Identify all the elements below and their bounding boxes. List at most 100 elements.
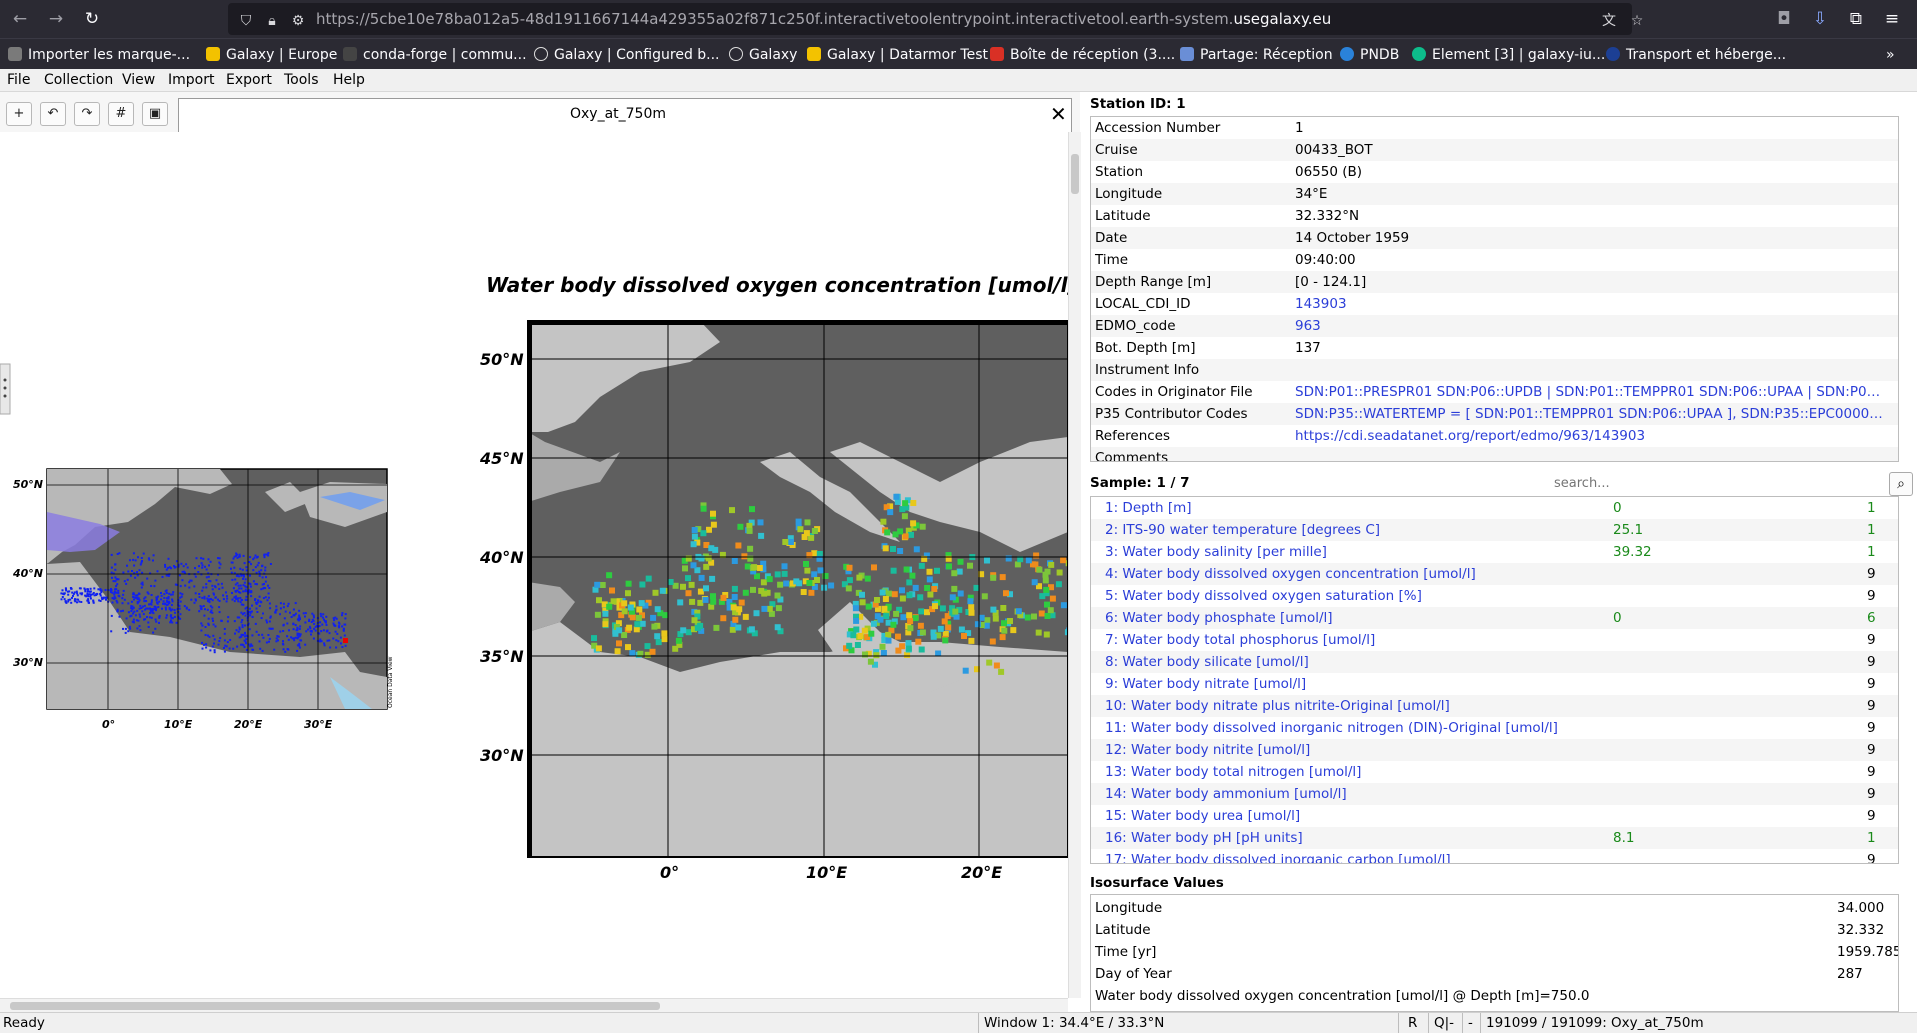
bookmark-item[interactable]: conda-forge | commu... bbox=[343, 45, 527, 65]
reload-icon[interactable]: ↻ bbox=[80, 7, 104, 31]
sample-row[interactable]: 13: Water body total nitrogen [umol/l]9 bbox=[1091, 761, 1898, 783]
station-row[interactable]: Accession Number1 bbox=[1091, 117, 1898, 139]
isosurface-values-table[interactable]: Longitude34.000Latitude32.332Time [yr]19… bbox=[1090, 894, 1899, 1012]
menu-import[interactable]: Import bbox=[168, 72, 214, 88]
sample-row[interactable]: 4: Water body dissolved oxygen concentra… bbox=[1091, 563, 1898, 585]
sample-row[interactable]: 6: Water body phosphate [umol/l]06 bbox=[1091, 607, 1898, 629]
station-metadata-table[interactable]: Accession Number1Cruise00433_BOTStation0… bbox=[1090, 116, 1899, 462]
station-row[interactable]: Codes in Originator FileSDN:P01::PRESPR0… bbox=[1091, 381, 1898, 403]
canvas-horizontal-scrollbar[interactable] bbox=[0, 998, 1068, 1013]
sample-row[interactable]: 1: Depth [m]01 bbox=[1091, 497, 1898, 519]
menu-file[interactable]: File bbox=[7, 72, 30, 88]
sample-row[interactable]: 8: Water body silicate [umol/l]9 bbox=[1091, 651, 1898, 673]
bookmark-item[interactable]: Galaxy bbox=[729, 45, 797, 65]
station-field-value[interactable]: SDN:P01::PRESPR01 SDN:P06::UPDB | SDN:P0… bbox=[1295, 381, 1885, 403]
extensions-icon[interactable]: ⧉ bbox=[1844, 7, 1868, 31]
station-field-value[interactable]: 143903 bbox=[1295, 293, 1885, 315]
station-row[interactable]: Latitude32.332°N bbox=[1091, 205, 1898, 227]
sample-row[interactable]: 3: Water body salinity [per mille]39.321 bbox=[1091, 541, 1898, 563]
station-point bbox=[282, 643, 284, 645]
add-window-icon[interactable]: + bbox=[6, 102, 32, 126]
station-row[interactable]: Cruise00433_BOT bbox=[1091, 139, 1898, 161]
bookmark-item[interactable]: Transport et héberge... bbox=[1606, 45, 1786, 65]
sample-row[interactable]: 5: Water body dissolved oxygen saturatio… bbox=[1091, 585, 1898, 607]
sample-row[interactable]: 12: Water body nitrite [umol/l]9 bbox=[1091, 739, 1898, 761]
station-row[interactable]: Depth Range [m][0 - 124.1] bbox=[1091, 271, 1898, 293]
search-input[interactable] bbox=[1550, 472, 1892, 494]
bookmark-item[interactable]: Boîte de réception (3.... bbox=[990, 45, 1175, 65]
bookmark-item[interactable]: Galaxy | Europe bbox=[206, 45, 337, 65]
sample-row[interactable]: 16: Water body pH [pH units]8.11 bbox=[1091, 827, 1898, 849]
undo-icon[interactable]: ↶ bbox=[40, 102, 66, 126]
station-point bbox=[260, 601, 262, 603]
map-canvas[interactable]: Ocean Data View 50°N 40°N 30°N 0° 10°E 2… bbox=[0, 132, 1068, 998]
bookmark-item[interactable]: PNDB bbox=[1340, 45, 1399, 65]
station-row[interactable]: EDMO_code963 bbox=[1091, 315, 1898, 337]
sample-row[interactable]: 11: Water body dissolved inorganic nitro… bbox=[1091, 717, 1898, 739]
station-point bbox=[254, 583, 256, 585]
station-point bbox=[65, 600, 67, 602]
sample-row[interactable]: 14: Water body ammonium [umol/l]9 bbox=[1091, 783, 1898, 805]
station-point bbox=[196, 557, 198, 559]
station-field-value[interactable]: SDN:P35::WATERTEMP = [ SDN:P01::TEMPPR01… bbox=[1295, 403, 1885, 425]
bookmark-item[interactable]: Importer les marque-... bbox=[8, 45, 190, 65]
menu-collection[interactable]: Collection bbox=[44, 72, 113, 88]
bookmark-item[interactable]: Galaxy | Datarmor Test bbox=[807, 45, 988, 65]
app-menu-icon[interactable]: ≡ bbox=[1880, 7, 1904, 31]
sample-row[interactable]: 7: Water body total phosphorus [umol/l]9 bbox=[1091, 629, 1898, 651]
menu-export[interactable]: Export bbox=[226, 72, 272, 88]
station-row[interactable]: P35 Contributor CodesSDN:P35::WATERTEMP … bbox=[1091, 403, 1898, 425]
grid-icon[interactable]: # bbox=[108, 102, 134, 126]
station-row[interactable]: LOCAL_CDI_ID143903 bbox=[1091, 293, 1898, 315]
bookmark-star-icon[interactable]: ☆ bbox=[1628, 12, 1646, 30]
canvas-vertical-scrollbar[interactable] bbox=[1068, 132, 1081, 998]
station-row[interactable]: Referenceshttps://cdi.seadatanet.org/rep… bbox=[1091, 425, 1898, 447]
station-point bbox=[117, 590, 119, 592]
station-field-value[interactable]: https://cdi.seadatanet.org/report/edmo/9… bbox=[1295, 425, 1885, 447]
main-map[interactable] bbox=[528, 321, 1068, 857]
station-field-value[interactable]: 963 bbox=[1295, 315, 1885, 337]
station-point bbox=[189, 580, 191, 582]
redo-icon[interactable]: ↷ bbox=[74, 102, 100, 126]
lock-icon[interactable]: 🔒︎ bbox=[263, 12, 281, 30]
permissions-icon[interactable]: ⚙ bbox=[289, 12, 307, 30]
station-point bbox=[129, 559, 131, 561]
download-icon[interactable]: ⇩ bbox=[1808, 7, 1832, 31]
translate-icon[interactable]: 文 bbox=[1600, 12, 1618, 30]
sample-row[interactable]: 17: Water body dissolved inorganic carbo… bbox=[1091, 849, 1898, 864]
station-point bbox=[161, 595, 163, 597]
station-row[interactable]: Longitude34°E bbox=[1091, 183, 1898, 205]
bookmark-item[interactable]: Partage: Réception bbox=[1180, 45, 1333, 65]
station-row[interactable]: Date14 October 1959 bbox=[1091, 227, 1898, 249]
shield-icon[interactable]: ⛉ bbox=[237, 12, 255, 30]
sample-row[interactable]: 10: Water body nitrate plus nitrite-Orig… bbox=[1091, 695, 1898, 717]
station-row[interactable]: Instrument Info bbox=[1091, 359, 1898, 381]
sample-row[interactable]: 9: Water body nitrate [umol/l]9 bbox=[1091, 673, 1898, 695]
save-icon[interactable]: ▣ bbox=[142, 102, 168, 126]
bookmark-item[interactable]: Galaxy | Configured b... bbox=[534, 45, 720, 65]
station-row[interactable]: Comments bbox=[1091, 447, 1898, 462]
bookmark-item[interactable]: Element [3] | galaxy-iu... bbox=[1412, 45, 1605, 65]
variable-name: 17: Water body dissolved inorganic carbo… bbox=[1105, 849, 1585, 864]
search-icon[interactable]: ⌕ bbox=[1889, 472, 1913, 496]
variable-value: 8.1 bbox=[1613, 827, 1634, 849]
close-icon[interactable]: ✕ bbox=[1050, 102, 1067, 126]
sample-variables-table[interactable]: 1: Depth [m]012: ITS-90 water temperatur… bbox=[1090, 496, 1899, 864]
data-point bbox=[968, 638, 974, 644]
back-arrow-icon[interactable]: ← bbox=[8, 7, 32, 31]
pocket-icon[interactable]: ◘ bbox=[1772, 7, 1796, 31]
station-row[interactable]: Station06550 (B) bbox=[1091, 161, 1898, 183]
menu-view[interactable]: View bbox=[122, 72, 155, 88]
data-point bbox=[942, 637, 948, 643]
station-row[interactable]: Bot. Depth [m]137 bbox=[1091, 337, 1898, 359]
menu-help[interactable]: Help bbox=[333, 72, 365, 88]
url-text[interactable]: https://5cbe10e78ba012a5-48d1911667144a4… bbox=[316, 10, 1331, 28]
overview-minimap[interactable]: Ocean Data View bbox=[47, 469, 394, 709]
data-point bbox=[692, 534, 698, 540]
forward-arrow-icon[interactable]: → bbox=[44, 7, 68, 31]
sample-row[interactable]: 2: ITS-90 water temperature [degrees C]2… bbox=[1091, 519, 1898, 541]
station-row[interactable]: Time09:40:00 bbox=[1091, 249, 1898, 271]
bookmarks-overflow-icon[interactable]: » bbox=[1886, 45, 1895, 65]
menu-tools[interactable]: Tools bbox=[284, 72, 319, 88]
sample-row[interactable]: 15: Water body urea [umol/l]9 bbox=[1091, 805, 1898, 827]
